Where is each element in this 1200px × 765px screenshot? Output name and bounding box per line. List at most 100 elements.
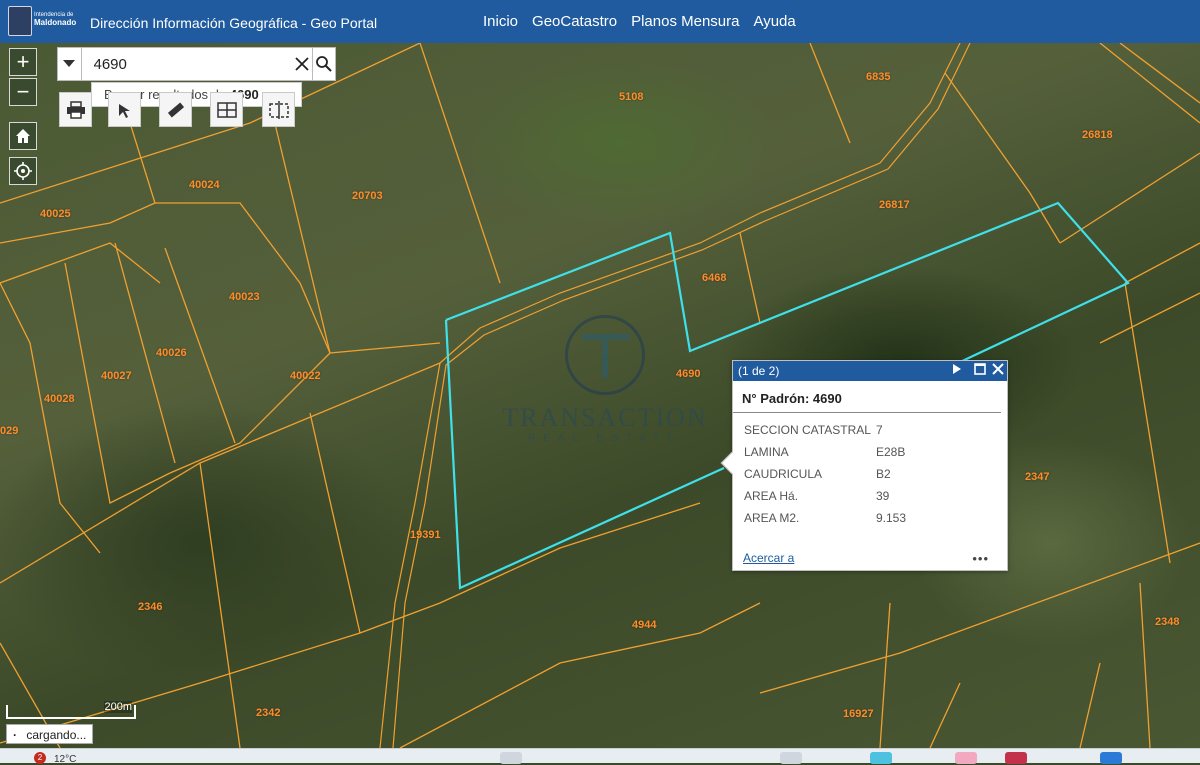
parcel-label: 40023	[229, 291, 260, 303]
parcel-label: 6835	[866, 71, 891, 83]
parcel-label: 2348	[1155, 616, 1180, 628]
zoom-in-button[interactable]: +	[9, 48, 37, 76]
clear-search-button[interactable]	[293, 48, 313, 80]
more-options-button[interactable]: •••	[972, 551, 989, 566]
select-icon	[118, 103, 130, 118]
zoom-out-button[interactable]: −	[9, 78, 37, 106]
swipe-button[interactable]	[262, 92, 295, 127]
popup-pager: (1 de 2)	[738, 364, 780, 378]
attribute-table: SECCION CATASTRAL 7 LAMINA E28B CAUDRICULA…	[744, 419, 906, 529]
parcel-label: 40025	[40, 208, 71, 220]
maximize-button[interactable]	[974, 363, 986, 378]
home-icon	[16, 129, 30, 143]
parcel-label: 19391	[410, 529, 441, 541]
status-icon: ·	[13, 728, 17, 742]
close-icon	[295, 57, 309, 71]
attr-key: AREA M2.	[744, 511, 800, 525]
logo[interactable]	[8, 6, 32, 36]
parcel-label: 6468	[702, 272, 727, 284]
attr-value: 7	[876, 423, 883, 437]
parcel-label: 2347	[1025, 471, 1050, 483]
watermark-sub: REAL ESTATE	[528, 433, 682, 444]
ruler-icon	[167, 102, 184, 117]
app-title: Dirección Información Geográfica - Geo P…	[90, 15, 378, 31]
swipe-icon	[268, 100, 289, 119]
attr-key: SECCION CATASTRAL	[744, 423, 871, 437]
nav-inicio[interactable]: Inicio	[483, 13, 518, 30]
measure-button[interactable]	[159, 92, 192, 127]
logo-line2: Maldonado	[34, 18, 77, 27]
attr-key: LAMINA	[744, 445, 789, 459]
status-text: cargando...	[26, 728, 87, 742]
close-popup-button[interactable]	[992, 363, 1004, 378]
watermark-logo	[565, 315, 645, 395]
scale-label: 200m	[104, 701, 132, 713]
search-input[interactable]	[81, 48, 293, 80]
table-row: SECCION CATASTRAL 7	[744, 419, 906, 441]
print-button[interactable]	[59, 92, 92, 127]
home-button[interactable]	[9, 122, 37, 150]
parcel-label: 40026	[156, 347, 187, 359]
watermark-name: TRANSACTION	[502, 403, 708, 432]
parcel-label: 5108	[619, 91, 644, 103]
map-view[interactable]: 5108 6835 26818 40024 20703 40025 26817 …	[0, 43, 1200, 748]
printer-icon	[66, 100, 85, 119]
nav-geocatastro[interactable]: GeoCatastro	[532, 13, 617, 30]
layers-button[interactable]	[210, 92, 243, 127]
attr-key: CAUDRICULA	[744, 467, 823, 481]
taskbar-app-icon[interactable]	[955, 752, 977, 764]
search-button[interactable]	[312, 48, 335, 80]
taskbar-app-icon[interactable]	[870, 752, 892, 764]
search-icon	[316, 56, 332, 72]
parcel-label: 40022	[290, 370, 321, 382]
next-feature-button[interactable]	[952, 363, 962, 378]
weather-temperature[interactable]: 12°C	[54, 754, 76, 765]
layer-list-icon	[216, 101, 237, 118]
parcel-label: 2346	[138, 601, 163, 613]
taskbar-app-icon[interactable]	[500, 752, 522, 764]
zoom-to-link[interactable]: Acercar a	[743, 551, 794, 565]
popup-title: N° Padrón: 4690	[733, 381, 1001, 413]
popup-header: (1 de 2)	[733, 361, 1007, 381]
maximize-icon	[974, 363, 986, 375]
parcel-label: 26818	[1082, 129, 1113, 141]
logo-text: Intendencia de Maldonado	[34, 12, 86, 27]
parcel-label: 16927	[843, 708, 874, 720]
watermark: TRANSACTION REAL ESTATE	[500, 315, 710, 444]
select-tool-button[interactable]	[108, 92, 141, 127]
attr-value: 39	[876, 489, 890, 503]
search-source-dropdown[interactable]	[58, 48, 82, 80]
locate-button[interactable]	[9, 157, 37, 185]
app-header: Intendencia de Maldonado Dirección Infor…	[0, 0, 1200, 43]
parcel-label: 029	[0, 425, 19, 437]
taskbar-app-icon[interactable]	[780, 752, 802, 764]
weather-badge[interactable]: 2	[34, 752, 46, 764]
attr-value: E28B	[876, 445, 906, 459]
parcel-label: 20703	[352, 190, 383, 202]
os-taskbar: 2 12°C	[0, 748, 1200, 765]
play-icon	[953, 364, 961, 374]
table-row: AREA M2. 9.153	[744, 507, 906, 529]
loading-status: · cargando...	[6, 724, 94, 744]
top-nav: Inicio GeoCatastro Planos Mensura Ayuda	[483, 13, 796, 30]
attr-value: 9.153	[876, 511, 907, 525]
taskbar-app-icon[interactable]	[1100, 752, 1122, 764]
feature-popup: (1 de 2) N° Padrón: 4690 SECCION CATASTR…	[720, 360, 1008, 571]
nav-planos-mensura[interactable]: Planos Mensura	[631, 13, 739, 30]
close-icon	[992, 363, 1004, 375]
parcel-label: 26817	[879, 199, 910, 211]
table-row: LAMINA E28B	[744, 441, 906, 463]
parcel-label: 40024	[189, 179, 220, 191]
parcel-label: 4944	[632, 619, 657, 631]
attr-value: B2	[876, 467, 891, 481]
attr-key: AREA Há.	[744, 489, 799, 503]
search-widget	[57, 47, 336, 81]
scale-bar: 200m	[6, 701, 136, 719]
taskbar-app-icon[interactable]	[1005, 752, 1027, 764]
parcel-label: 40028	[44, 393, 75, 405]
table-row: CAUDRICULA B2	[744, 463, 906, 485]
parcel-label: 40027	[101, 370, 132, 382]
chevron-down-icon	[63, 60, 76, 67]
nav-ayuda[interactable]: Ayuda	[753, 13, 795, 30]
locate-icon	[14, 162, 32, 180]
